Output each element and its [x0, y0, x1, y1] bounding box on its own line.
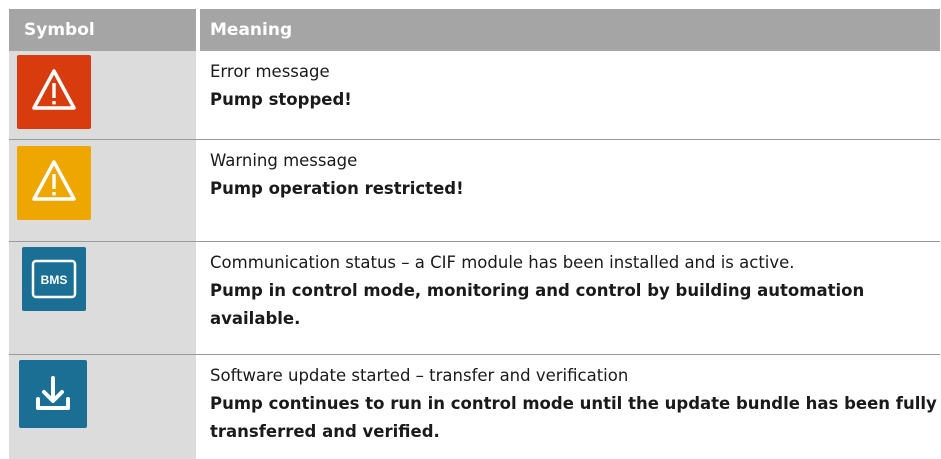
header-meaning: Meaning	[210, 20, 293, 40]
meaning-cell: Communication status – a CIF module has …	[200, 242, 940, 354]
table-row: Warning message Pump operation restricte…	[9, 140, 940, 242]
download-icon	[19, 360, 87, 428]
symbol-cell: BMS	[9, 242, 200, 354]
meaning-detail: Pump in control mode, monitoring and con…	[210, 281, 865, 328]
bms-icon-label: BMS	[41, 273, 68, 287]
meaning-title: Software update started – transfer and v…	[210, 366, 629, 385]
meaning-cell: Software update started – transfer and v…	[200, 355, 940, 459]
bms-icon: BMS	[22, 247, 86, 311]
warning-triangle-icon	[17, 146, 91, 220]
symbol-cell	[9, 140, 200, 241]
meaning-detail: Pump stopped!	[210, 90, 352, 109]
meaning-title: Communication status – a CIF module has …	[210, 253, 795, 272]
symbol-cell	[9, 51, 200, 139]
meaning-detail: Pump continues to run in control mode un…	[210, 394, 937, 441]
meaning-title: Warning message	[210, 151, 358, 170]
header-symbol: Symbol	[24, 20, 95, 40]
symbol-table: Symbol Meaning Error message Pump stoppe…	[9, 9, 940, 459]
table-row: Software update started – transfer and v…	[9, 355, 940, 459]
table-row: BMS Communication status – a CIF module …	[9, 242, 940, 355]
meaning-cell: Warning message Pump operation restricte…	[200, 140, 940, 241]
table-header: Symbol Meaning	[9, 9, 940, 51]
symbol-cell	[9, 355, 200, 459]
meaning-cell: Error message Pump stopped!	[200, 51, 940, 139]
meaning-detail: Pump operation restricted!	[210, 179, 464, 198]
table-row: Error message Pump stopped!	[9, 51, 940, 140]
meaning-title: Error message	[210, 62, 330, 81]
error-warning-triangle-icon	[17, 55, 91, 129]
